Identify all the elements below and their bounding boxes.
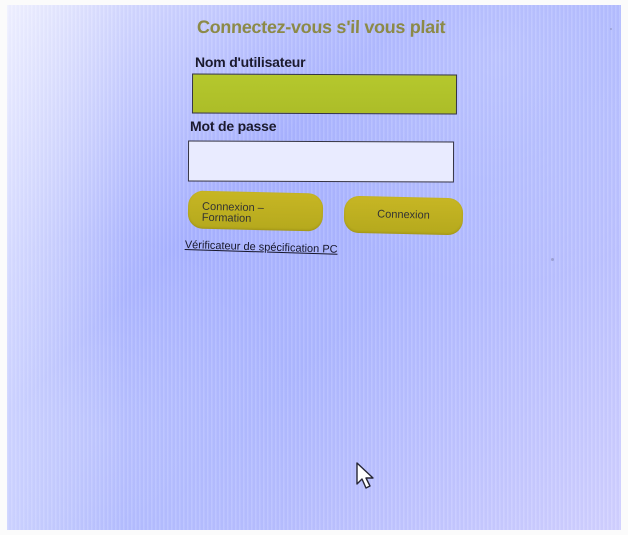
training-login-button[interactable]: Connexion – Formation [187, 190, 324, 232]
login-button[interactable]: Connexion [343, 195, 464, 236]
photo-frame: Connectez-vous s'il vous plait Nom d'uti… [0, 0, 628, 535]
pc-spec-checker-link[interactable]: Vérificateur de spécification PC [185, 239, 338, 257]
page-title: Connectez-vous s'il vous plait [196, 17, 446, 37]
mouse-pointer-icon [356, 462, 374, 489]
password-input[interactable] [187, 140, 455, 183]
password-label: Mot de passe [190, 118, 277, 134]
username-label: Nom d'utilisateur [195, 54, 306, 70]
login-panel: Connectez-vous s'il vous plait Nom d'uti… [7, 5, 621, 530]
login-screen: Connectez-vous s'il vous plait Nom d'uti… [7, 5, 621, 530]
username-input[interactable] [191, 73, 458, 115]
